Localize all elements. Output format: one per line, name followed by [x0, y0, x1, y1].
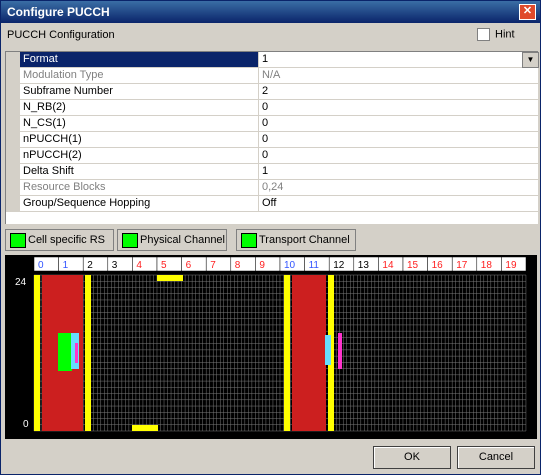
prop-row-format[interactable]: Format 1 ▼ — [20, 52, 539, 68]
resource-grid: 0 1 2 3 4 5 6 7 8 9 10 11 12 13 14 15 16 17 18 19 24 0 — [5, 255, 537, 439]
swatch-icon — [122, 233, 138, 248]
hatched-block-bottom — [132, 425, 158, 431]
y-axis-bottom-label: 0 — [23, 419, 29, 430]
close-button[interactable]: ✕ — [519, 4, 536, 20]
ok-button[interactable]: OK — [373, 446, 451, 469]
control-yellow-stripe — [284, 275, 290, 431]
slot-number-label: 16 — [432, 260, 444, 271]
slot-number-label: 13 — [358, 260, 370, 271]
prop-value[interactable]: 1 — [259, 164, 539, 180]
control-yellow-stripe — [34, 275, 40, 431]
prop-name: Modulation Type — [20, 68, 259, 84]
slot-number-label: 4 — [136, 260, 142, 271]
prop-value[interactable]: 0 — [259, 132, 539, 148]
dialog-window: Configure PUCCH ✕ PUCCH Configuration Hi… — [0, 0, 541, 475]
prop-value: 0,24 — [259, 180, 539, 196]
prop-row-delta-shift[interactable]: Delta Shift 1 — [20, 164, 539, 180]
prop-value[interactable]: 2 — [259, 84, 539, 100]
legend-label: Transport Channel — [259, 234, 350, 246]
checkbox-icon[interactable] — [477, 28, 490, 41]
slot-number-label: 2 — [87, 260, 93, 271]
prop-row-subframe-number[interactable]: Subframe Number 2 — [20, 84, 539, 100]
grid-gutter — [6, 52, 20, 212]
prop-name: Group/Sequence Hopping — [20, 196, 259, 212]
prop-name: N_RB(2) — [20, 100, 259, 116]
slot-number-label: 12 — [333, 260, 345, 271]
prop-row-n-cs-1[interactable]: N_CS(1) 0 — [20, 116, 539, 132]
magenta-marker — [338, 333, 342, 369]
prop-name: N_CS(1) — [20, 116, 259, 132]
prop-value[interactable]: 0 — [259, 148, 539, 164]
slot-number-label: 14 — [382, 260, 394, 271]
prop-row-modulation-type[interactable]: Modulation Type N/A — [20, 68, 539, 84]
hint-label: Hint — [495, 28, 515, 41]
hint-checkbox[interactable]: Hint — [477, 28, 515, 41]
slot-number-label: 17 — [456, 260, 468, 271]
prop-name: Subframe Number — [20, 84, 259, 100]
prop-row-n-rb-2[interactable]: N_RB(2) 0 — [20, 100, 539, 116]
rs-block — [58, 333, 72, 371]
window-title: Configure PUCCH — [7, 5, 110, 19]
slot-number-label: 3 — [112, 260, 118, 271]
prop-name: Format — [20, 52, 259, 68]
legend-physical-channel: Physical Channel — [117, 229, 227, 251]
title-bar[interactable]: Configure PUCCH ✕ — [1, 1, 540, 23]
prop-name: nPUCCH(1) — [20, 132, 259, 148]
prop-value: N/A — [259, 68, 539, 84]
slot-number-label: 7 — [210, 260, 216, 271]
prop-value[interactable]: 0 — [259, 100, 539, 116]
cancel-button[interactable]: Cancel — [457, 446, 535, 469]
y-axis-top-label: 24 — [15, 277, 27, 288]
config-heading: PUCCH Configuration — [7, 29, 115, 41]
slot-number-label: 10 — [284, 260, 296, 271]
cyan-marker — [325, 335, 331, 365]
slot-number-label: 11 — [309, 260, 320, 271]
slot-number-label: 9 — [259, 260, 265, 271]
prop-value: 1 — [262, 53, 269, 65]
hatched-block-top — [157, 275, 183, 281]
swatch-icon — [241, 233, 257, 248]
chevron-down-icon[interactable]: ▼ — [522, 52, 539, 68]
prop-name: nPUCCH(2) — [20, 148, 259, 164]
slot-number-label: 0 — [38, 260, 44, 271]
prop-name: Delta Shift — [20, 164, 259, 180]
prop-value[interactable]: 0 — [259, 116, 539, 132]
slot-number-label: 6 — [186, 260, 192, 271]
swatch-icon — [10, 233, 26, 248]
resource-grid-svg: 0 1 2 3 4 5 6 7 8 9 10 11 12 13 14 15 16 17 18 19240 — [15, 256, 527, 432]
magenta-marker — [75, 343, 78, 363]
slot-number-label: 15 — [407, 260, 419, 271]
control-yellow-stripe — [85, 275, 91, 431]
format-select[interactable]: 1 ▼ — [259, 52, 539, 68]
prop-value[interactable]: Off — [259, 196, 539, 212]
slot-number-label: 19 — [505, 260, 517, 271]
slot-number-label: 1 — [63, 260, 69, 271]
slot-number-label: 5 — [161, 260, 167, 271]
pucch-region — [292, 275, 326, 431]
prop-row-npucch-2[interactable]: nPUCCH(2) 0 — [20, 148, 539, 164]
slot-number-label: 8 — [235, 260, 241, 271]
legend-transport-channel: Transport Channel — [236, 229, 356, 251]
prop-row-npucch-1[interactable]: nPUCCH(1) 0 — [20, 132, 539, 148]
slot-number-label: 18 — [481, 260, 493, 271]
legend-label: Physical Channel — [140, 234, 225, 246]
legend-cell-specific-rs: Cell specific RS — [5, 229, 114, 251]
legend-label: Cell specific RS — [28, 234, 106, 246]
prop-name: Resource Blocks — [20, 180, 259, 196]
prop-row-resource-blocks[interactable]: Resource Blocks 0,24 — [20, 180, 539, 196]
property-grid: Format 1 ▼ Modulation Type N/A Subframe N… — [5, 51, 539, 224]
prop-row-group-hopping[interactable]: Group/Sequence Hopping Off — [20, 196, 539, 212]
